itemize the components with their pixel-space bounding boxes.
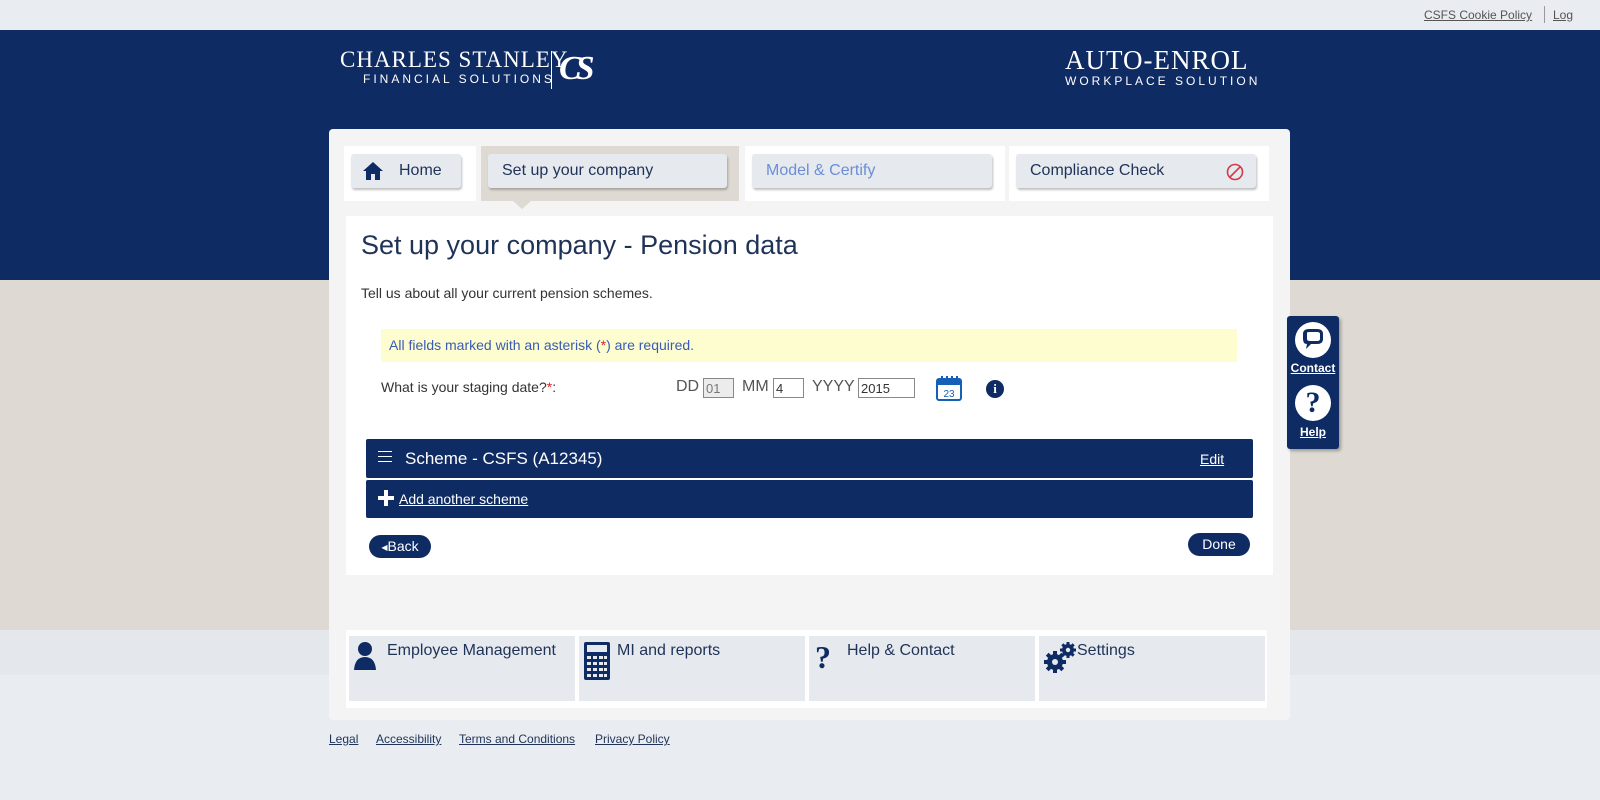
person-icon xyxy=(354,642,376,670)
add-scheme-row[interactable]: Add another scheme xyxy=(366,480,1253,518)
scheme-title: Scheme - CSFS (A12345) xyxy=(405,449,603,468)
intro-text: Tell us about all your current pension s… xyxy=(361,285,653,301)
required-fields-notice: All fields marked with an asterisk (*) a… xyxy=(381,329,1237,362)
tab-model-certify-label: Model & Certify xyxy=(766,162,876,179)
tab-home-button[interactable]: Home xyxy=(351,154,461,188)
nav-mi-reports[interactable]: MI and reports xyxy=(579,636,805,701)
nav-mi-reports-label: MI and reports xyxy=(617,642,721,659)
cookie-policy-link[interactable]: CSFS Cookie Policy xyxy=(1424,8,1532,22)
tab-model-certify-button[interactable]: Model & Certify xyxy=(752,154,992,188)
footer-accessibility-link[interactable]: Accessibility xyxy=(376,732,441,746)
help-link[interactable]: Help xyxy=(1287,425,1339,439)
logo-line1: CHARLES STANLEY xyxy=(340,47,569,72)
blocked-icon xyxy=(1226,163,1244,181)
notice-text-before: All fields marked with an asterisk ( xyxy=(389,337,601,353)
gears-icon xyxy=(1044,642,1076,673)
calendar-day-number: 23 xyxy=(943,389,955,400)
cs-monogram: CS xyxy=(559,50,595,87)
tab-compliance-check-button[interactable]: Compliance Check xyxy=(1016,154,1256,188)
notice-text-after: ) are required. xyxy=(606,337,695,353)
tab-model-certify[interactable]: Model & Certify xyxy=(745,146,1005,201)
day-input[interactable] xyxy=(703,378,734,398)
nav-employee-management[interactable]: Employee Management xyxy=(349,636,575,701)
tab-home-label: Home xyxy=(399,162,442,179)
tab-setup-company[interactable]: Set up your company xyxy=(481,146,739,201)
question-icon: ? xyxy=(815,640,831,675)
back-label: Back xyxy=(387,538,419,554)
scheme-row[interactable]: Scheme - CSFS (A12345) Edit xyxy=(366,439,1253,478)
page-title: Set up your company - Pension data xyxy=(361,230,798,260)
add-another-scheme-link[interactable]: Add another scheme xyxy=(399,491,528,507)
logo-divider xyxy=(551,51,552,89)
nav-help-contact-label: Help & Contact xyxy=(847,642,955,659)
side-help-widget: Contact ? Help xyxy=(1287,316,1339,449)
back-button[interactable]: ◀Back xyxy=(369,535,431,558)
contact-icon[interactable] xyxy=(1295,322,1331,358)
nav-settings[interactable]: Settings xyxy=(1039,636,1265,701)
auto-enrol-line2: WORKPLACE SOLUTION xyxy=(1065,74,1261,88)
auto-enrol-logo: AUTO-ENROL WORKPLACE SOLUTION xyxy=(1065,46,1260,88)
topbar-divider xyxy=(1544,6,1545,23)
help-question-icon[interactable]: ? xyxy=(1295,385,1331,421)
auto-enrol-line1: AUTO-ENROL xyxy=(1065,45,1249,75)
calendar-icon[interactable]: 23 xyxy=(936,376,962,401)
info-icon[interactable]: i xyxy=(986,380,1004,398)
footer-privacy-link[interactable]: Privacy Policy xyxy=(595,732,670,746)
top-utility-bar: CSFS Cookie Policy Log xyxy=(0,0,1600,30)
staging-date-label: What is your staging date?*: xyxy=(381,379,556,395)
tab-home[interactable]: Home xyxy=(344,146,476,201)
tab-setup-company-button[interactable]: Set up your company xyxy=(488,154,727,188)
nav-settings-label: Settings xyxy=(1077,642,1135,659)
chat-bubble-icon xyxy=(1303,329,1323,349)
active-tab-pointer xyxy=(513,201,531,209)
nav-help-contact[interactable]: ? Help & Contact xyxy=(809,636,1035,701)
charles-stanley-logo[interactable]: CHARLES STANLEY FINANCIAL SOLUTIONS CS xyxy=(340,47,595,89)
staging-question: What is your staging date? xyxy=(381,379,547,395)
content-card xyxy=(346,216,1273,575)
contact-link[interactable]: Contact xyxy=(1287,361,1339,375)
tab-compliance-check-label: Compliance Check xyxy=(1030,162,1165,179)
yyyy-label: YYYY xyxy=(812,378,855,395)
home-icon xyxy=(363,162,383,180)
drag-handle-icon[interactable] xyxy=(378,451,392,465)
log-link[interactable]: Log xyxy=(1553,8,1573,22)
tab-setup-company-label: Set up your company xyxy=(502,162,654,179)
done-button[interactable]: Done xyxy=(1188,533,1250,556)
edit-scheme-link[interactable]: Edit xyxy=(1200,451,1224,467)
month-input[interactable] xyxy=(773,378,804,398)
nav-employee-management-label: Employee Management xyxy=(387,642,556,659)
footer-terms-link[interactable]: Terms and Conditions xyxy=(459,732,575,746)
mm-label: MM xyxy=(742,378,769,395)
calculator-icon xyxy=(584,642,610,680)
tab-compliance-check[interactable]: Compliance Check xyxy=(1009,146,1269,201)
label-colon: : xyxy=(552,379,557,395)
svg-text:?: ? xyxy=(815,640,831,675)
plus-icon xyxy=(378,490,394,506)
footer-legal-link[interactable]: Legal xyxy=(329,732,358,746)
logo-line2: FINANCIAL SOLUTIONS xyxy=(363,72,555,86)
dd-label: DD xyxy=(676,378,700,395)
year-input[interactable] xyxy=(858,378,915,398)
